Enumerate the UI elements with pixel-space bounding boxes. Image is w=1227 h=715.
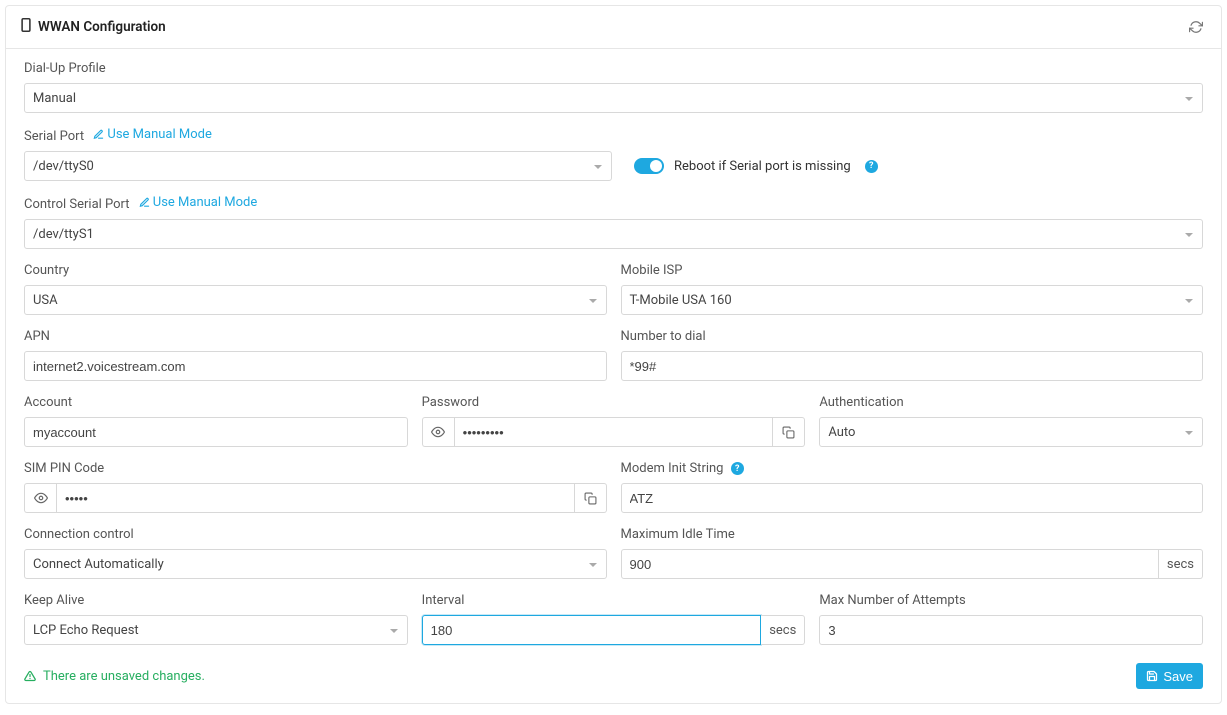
attempts-group: Max Number of Attempts — [819, 593, 1203, 645]
pin-group: SIM PIN Code — [24, 461, 607, 513]
apn-group: APN — [24, 329, 607, 381]
dial-input[interactable] — [621, 351, 1204, 381]
isp-value: T-Mobile USA 160 — [630, 293, 732, 308]
control-serial-manual-link[interactable]: Use Manual Mode — [139, 195, 257, 210]
control-serial-group: Control Serial Port Use Manual Mode /dev… — [24, 195, 1203, 249]
interval-unit: secs — [761, 615, 805, 645]
account-label: Account — [24, 395, 408, 410]
attempts-label: Max Number of Attempts — [819, 593, 1203, 608]
isp-group: Mobile ISP T-Mobile USA 160 — [621, 263, 1204, 315]
connection-select[interactable]: Connect Automatically — [24, 549, 607, 579]
serial-value: /dev/ttyS0 — [33, 159, 94, 174]
serial-label: Serial Port Use Manual Mode — [24, 127, 1203, 144]
password-copy-icon[interactable] — [773, 417, 805, 447]
attempts-input[interactable] — [819, 615, 1203, 645]
wwan-config-panel: WWAN Configuration Dial-Up Profile Manua… — [5, 5, 1222, 704]
connection-value: Connect Automatically — [33, 557, 164, 572]
serial-port-select[interactable]: /dev/ttyS0 — [24, 151, 612, 181]
dial-label: Number to dial — [621, 329, 1204, 344]
dialup-select[interactable]: Manual — [24, 83, 1203, 113]
serial-manual-link[interactable]: Use Manual Mode — [93, 127, 211, 142]
panel-title-text: WWAN Configuration — [38, 19, 166, 35]
idle-label: Maximum Idle Time — [621, 527, 1204, 542]
help-icon[interactable]: ? — [731, 462, 744, 475]
country-group: Country USA — [24, 263, 607, 315]
pin-show-icon[interactable] — [24, 483, 56, 513]
dialup-group: Dial-Up Profile Manual — [24, 61, 1203, 113]
panel-header: WWAN Configuration — [6, 6, 1221, 49]
interval-label: Interval — [422, 593, 806, 608]
auth-group: Authentication Auto — [819, 395, 1203, 447]
password-input[interactable] — [454, 417, 774, 447]
connection-label: Connection control — [24, 527, 607, 542]
auth-select[interactable]: Auto — [819, 417, 1203, 447]
keepalive-value: LCP Echo Request — [33, 623, 139, 638]
interval-input[interactable] — [422, 615, 762, 645]
mobile-icon — [20, 18, 32, 36]
idle-input[interactable] — [621, 549, 1159, 579]
apn-input[interactable] — [24, 351, 607, 381]
account-input[interactable] — [24, 417, 408, 447]
auth-value: Auto — [828, 425, 855, 440]
reboot-toggle[interactable] — [634, 158, 664, 174]
password-show-icon[interactable] — [422, 417, 454, 447]
control-serial-value: /dev/ttyS1 — [33, 227, 94, 242]
control-serial-label: Control Serial Port Use Manual Mode — [24, 195, 1203, 212]
panel-body: Dial-Up Profile Manual Serial Port Use M… — [6, 49, 1221, 703]
country-select[interactable]: USA — [24, 285, 607, 315]
password-group: Password — [422, 395, 806, 447]
country-value: USA — [33, 293, 58, 308]
unsaved-text: There are unsaved changes. — [43, 669, 205, 684]
help-icon[interactable]: ? — [865, 160, 878, 173]
account-group: Account — [24, 395, 408, 447]
keepalive-group: Keep Alive LCP Echo Request — [24, 593, 408, 645]
keepalive-label: Keep Alive — [24, 593, 408, 608]
idle-unit: secs — [1159, 549, 1203, 579]
panel-title: WWAN Configuration — [20, 18, 166, 36]
unsaved-notice: There are unsaved changes. — [24, 669, 205, 684]
idle-group: Maximum Idle Time secs — [621, 527, 1204, 579]
modem-label: Modem Init String ? — [621, 461, 1204, 476]
reboot-toggle-wrap: Reboot if Serial port is missing ? — [634, 158, 878, 174]
password-label: Password — [422, 395, 806, 410]
save-icon — [1146, 670, 1158, 682]
serial-group: Serial Port Use Manual Mode /dev/ttyS0 R… — [24, 127, 1203, 181]
reboot-label: Reboot if Serial port is missing — [674, 159, 851, 174]
save-text: Save — [1163, 669, 1193, 684]
keepalive-select[interactable]: LCP Echo Request — [24, 615, 408, 645]
dialup-label: Dial-Up Profile — [24, 61, 1203, 76]
country-label: Country — [24, 263, 607, 278]
isp-select[interactable]: T-Mobile USA 160 — [621, 285, 1204, 315]
isp-label: Mobile ISP — [621, 263, 1204, 278]
auth-label: Authentication — [819, 395, 1203, 410]
pin-label: SIM PIN Code — [24, 461, 607, 476]
control-serial-select[interactable]: /dev/ttyS1 — [24, 219, 1203, 249]
apn-label: APN — [24, 329, 607, 344]
refresh-button[interactable] — [1185, 16, 1207, 38]
pin-copy-icon[interactable] — [575, 483, 607, 513]
interval-group: Interval secs — [422, 593, 806, 645]
dial-group: Number to dial — [621, 329, 1204, 381]
connection-group: Connection control Connect Automatically — [24, 527, 607, 579]
panel-footer: There are unsaved changes. Save — [24, 659, 1203, 689]
modem-group: Modem Init String ? — [621, 461, 1204, 513]
pin-input[interactable] — [56, 483, 575, 513]
save-button[interactable]: Save — [1136, 663, 1203, 689]
dialup-value: Manual — [33, 91, 76, 106]
warning-icon — [24, 670, 36, 682]
modem-input[interactable] — [621, 483, 1204, 513]
